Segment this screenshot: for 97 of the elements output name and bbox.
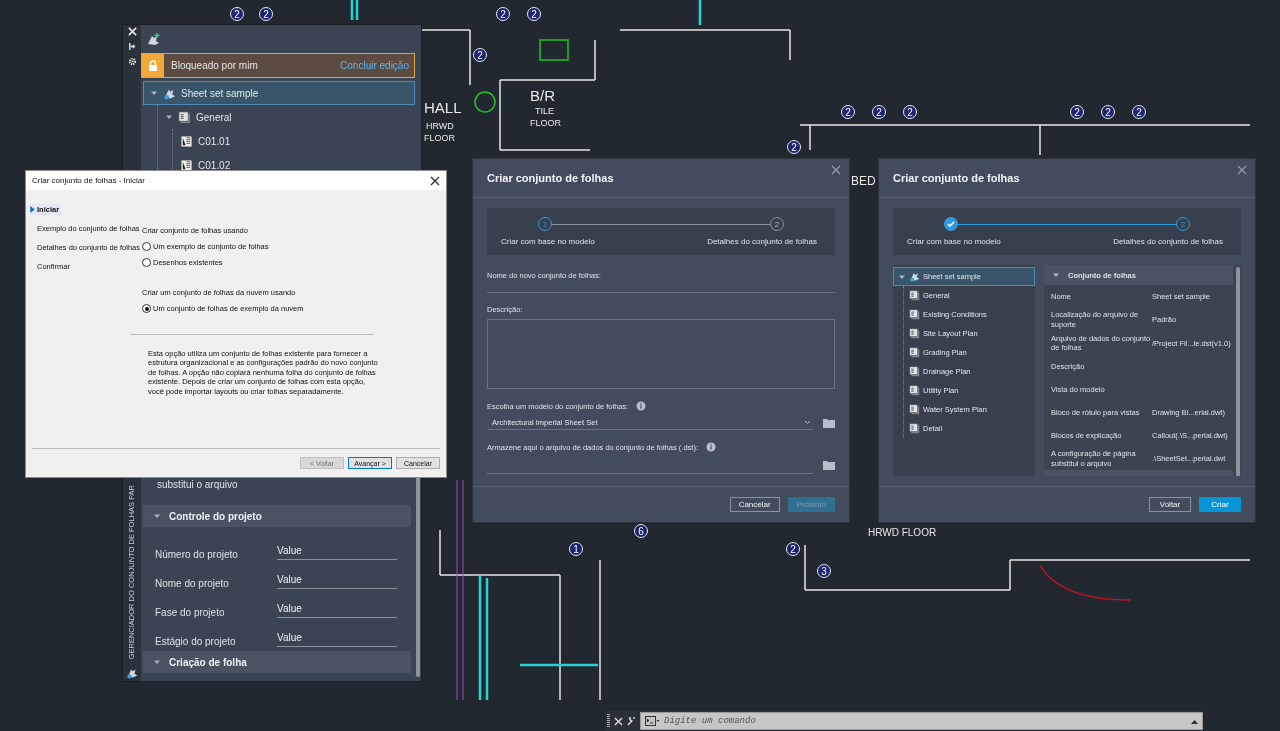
- radio-button[interactable]: [142, 304, 151, 313]
- room-label: FLOOR: [424, 133, 455, 143]
- pin-icon[interactable]: [127, 42, 137, 51]
- lock-icon: [148, 60, 158, 71]
- radio-button[interactable]: [142, 258, 151, 267]
- callout-tag: 2: [527, 7, 541, 21]
- subset-icon: [909, 404, 920, 415]
- info-icon[interactable]: [705, 442, 716, 452]
- folder-icon[interactable]: [823, 460, 835, 470]
- description-input-field[interactable]: [487, 319, 835, 389]
- callout-tag: 2: [1101, 105, 1115, 119]
- room-label: FLOOR: [530, 118, 561, 128]
- grip-handle[interactable]: [607, 714, 610, 728]
- new-sheet-set-icon[interactable]: [147, 32, 161, 46]
- section-header[interactable]: Controle do projeto: [143, 505, 411, 527]
- property-value[interactable]: Value: [277, 545, 397, 560]
- room-label: TILE: [535, 106, 554, 116]
- section-title: Criação de folha: [169, 656, 247, 668]
- property-label: Número do projeto: [155, 549, 239, 560]
- callout-tag: 2: [903, 105, 917, 119]
- property-label: Fase do projeto: [155, 607, 226, 618]
- caret-icon[interactable]: [1052, 271, 1060, 279]
- step-indicator: 2: [1176, 217, 1190, 231]
- property-value[interactable]: Value: [277, 632, 397, 647]
- room-label: B/R: [530, 87, 555, 104]
- callout-tag: 2: [872, 105, 886, 119]
- dialog-title: Criar conjunto de folhas: [893, 172, 1020, 184]
- room-label: HRWD FLOOR: [868, 527, 937, 538]
- scrollbar[interactable]: [1236, 267, 1240, 476]
- step-indicator: 2: [770, 217, 784, 231]
- terminal-icon[interactable]: [645, 716, 660, 726]
- room-label: HALL: [424, 99, 462, 116]
- arrow-icon: [30, 206, 35, 213]
- subset-icon: [909, 290, 920, 301]
- sheet-set-icon: [126, 667, 138, 679]
- caret-icon[interactable]: [153, 512, 161, 520]
- subset-icon: [909, 309, 920, 320]
- lock-status: Bloqueado por mim: [170, 59, 259, 73]
- subset-icon: [909, 423, 920, 434]
- caret-icon[interactable]: [165, 113, 173, 121]
- settings-icon[interactable]: [127, 57, 137, 66]
- finish-editing-link[interactable]: Concluir edição: [340, 60, 414, 71]
- sheet-set-icon: [909, 271, 920, 282]
- subset-icon: [909, 385, 920, 396]
- chevron-icon: [804, 419, 811, 425]
- tree-item[interactable]: C01.02: [173, 153, 415, 177]
- step-label: Criar com base no modelo: [501, 237, 595, 246]
- section-header[interactable]: Criação de folha: [143, 651, 411, 673]
- subset-icon: [178, 110, 191, 124]
- property-label: substitui o arquivo: [156, 479, 239, 492]
- subset-icon: [909, 328, 920, 339]
- property-value[interactable]: Value: [277, 603, 397, 618]
- secondary-button[interactable]: Voltar: [1149, 497, 1191, 512]
- callout-tag: 2: [841, 105, 855, 119]
- wrench-icon[interactable]: [627, 716, 636, 726]
- step-label: Criar com base no modelo: [907, 237, 1001, 246]
- callout-tag: 2: [786, 542, 800, 556]
- callout-tag: 2: [259, 7, 273, 21]
- radio-button[interactable]: [142, 242, 151, 251]
- folder-icon[interactable]: [823, 417, 835, 428]
- caret-icon[interactable]: [150, 89, 158, 97]
- tree-item[interactable]: C01.01: [173, 129, 415, 153]
- step-label: Detalhes do conjunto de folhas: [1113, 237, 1223, 246]
- command-input-field[interactable]: Digite um comando: [664, 713, 1187, 729]
- callout-tag: 6: [634, 524, 648, 538]
- callout-tag: 3: [817, 564, 831, 578]
- section-title: Controle do projeto: [169, 510, 262, 522]
- tree-item[interactable]: Sheet set sample: [143, 81, 415, 105]
- subset-icon: [909, 347, 920, 358]
- window-line: [698, 0, 702, 25]
- callout-tag: 2: [496, 7, 510, 21]
- callout-tag: 1: [569, 542, 583, 556]
- room-label: HRWD: [426, 121, 454, 131]
- secondary-button[interactable]: Cancelar: [729, 497, 780, 512]
- fixture-outline: [539, 39, 569, 61]
- info-icon[interactable]: [636, 401, 647, 411]
- sheet-icon: [180, 134, 193, 148]
- callout-tag: 2: [787, 140, 801, 154]
- caret-icon[interactable]: [153, 658, 161, 666]
- room-label: BED: [851, 174, 876, 188]
- dialog-title: Criar conjunto de folhas: [487, 172, 614, 184]
- property-value[interactable]: Value: [277, 574, 397, 589]
- subset-icon: [909, 366, 920, 377]
- callout-tag: 2: [1132, 105, 1146, 119]
- step-indicator: 1: [538, 217, 552, 231]
- callout-tag: 2: [1070, 105, 1084, 119]
- callout-tag: 2: [473, 48, 487, 62]
- step-label: Detalhes do conjunto de folhas: [707, 237, 817, 246]
- fixture-outline: [474, 91, 496, 113]
- property-label: Estágio do projeto: [155, 636, 237, 647]
- callout-tag: 2: [230, 7, 244, 21]
- command-line-field[interactable]: Digite um comando: [640, 712, 1203, 730]
- caret-icon[interactable]: [1191, 718, 1198, 724]
- tree-item[interactable]: General: [158, 105, 415, 129]
- property-label: Nome do projeto: [155, 578, 230, 589]
- close-icon[interactable]: [430, 175, 440, 186]
- window-title: Criar conjunto de folhas - Iniciar: [32, 176, 145, 185]
